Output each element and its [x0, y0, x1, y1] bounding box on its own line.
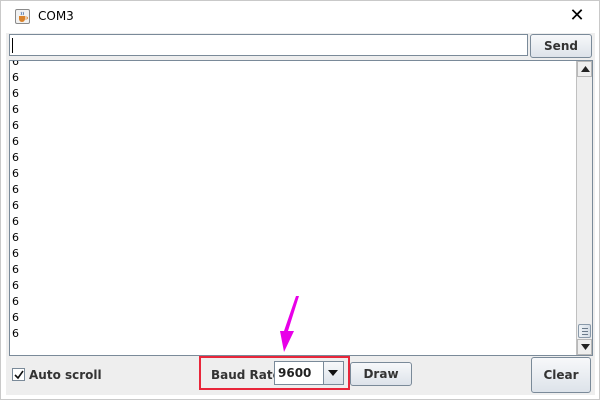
annotation-arrow [280, 296, 299, 352]
